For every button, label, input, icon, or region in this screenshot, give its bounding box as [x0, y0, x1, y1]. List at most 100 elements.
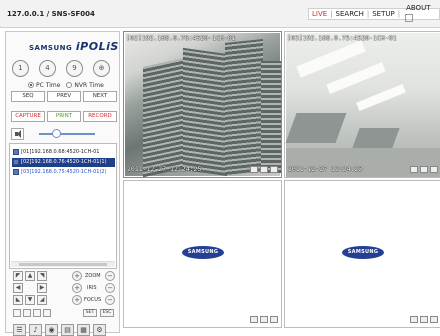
samsung-logo: SAMSUNG [342, 246, 384, 259]
fullscreen-button[interactable]: ⊕ [93, 60, 110, 77]
preset-4-button[interactable] [43, 309, 51, 317]
iris-label: IRIS [87, 285, 97, 291]
tile-close-icon[interactable] [430, 166, 438, 173]
camera-list-label: [01]192.168.0.68:4520-1CH-01 [21, 149, 100, 155]
volume-slider-track[interactable] [39, 133, 95, 135]
camera-osd-label: [02]192.168.0.76:4520-1CH-01 [126, 34, 236, 42]
header-bar: 127.0.0.1 / SNS-SF004 LIVE | SEARCH | SETU… [0, 0, 440, 28]
camera-timestamp: 2011-12-27 12:24:25 [127, 165, 202, 173]
ptz-right-button[interactable]: ▶ [37, 283, 47, 293]
next-button[interactable]: NEXT [83, 91, 117, 102]
action-controls: CAPTURE PRINT RECORD [11, 111, 117, 122]
ptz-down-left-button[interactable]: ◣ [13, 295, 23, 305]
tile-lock-icon[interactable] [250, 316, 258, 323]
ipolis-logo: SAMSUNG iPOLiS [29, 40, 119, 53]
camera-feed-image [125, 33, 281, 177]
prev-button[interactable]: PREV [47, 91, 81, 102]
layout-9-button[interactable]: 9 [66, 60, 83, 77]
zoom-out-button[interactable]: − [105, 271, 115, 281]
samsung-logo: SAMSUNG [182, 246, 224, 259]
nvr-time-label: NVR Time [74, 82, 104, 89]
volume-slider-handle[interactable] [51, 129, 61, 138]
bottom-toolbar: ☰ ♪ ◉ ▤ ▦ ⚙ [13, 324, 106, 336]
music-icon[interactable]: ♪ [29, 324, 42, 336]
nav-about[interactable]: ABOUT [400, 2, 439, 26]
tile-lock-icon[interactable] [410, 316, 418, 323]
logo-brand: SAMSUNG [29, 44, 73, 52]
time-selector: PC Time NVR Time [28, 82, 104, 89]
ptz-up-right-button[interactable]: ◥ [37, 271, 47, 281]
ptz-up-button[interactable]: ▲ [25, 271, 35, 281]
set-button[interactable]: SET [83, 309, 97, 317]
ptz-down-right-button[interactable]: ◢ [37, 295, 47, 305]
tile-lock-icon[interactable] [250, 166, 258, 173]
video-tile-3[interactable]: SAMSUNG [123, 180, 282, 328]
window-icon[interactable]: ▦ [77, 324, 90, 336]
preset-1-button[interactable] [13, 309, 21, 317]
ptz-left-button[interactable]: ◀ [13, 283, 23, 293]
focus-near-button[interactable]: + [72, 295, 82, 305]
logo-product: iPOLiS [75, 40, 119, 53]
tile-zoom-icon[interactable] [260, 166, 268, 173]
video-tile-2[interactable]: [03]192.168.0.75:4520-1CH-01 2011-12-27 … [284, 31, 440, 178]
iris-open-button[interactable]: + [72, 283, 82, 293]
speaker-icon[interactable] [11, 128, 24, 140]
logout-icon[interactable] [405, 14, 414, 22]
capture-button[interactable]: CAPTURE [11, 111, 45, 122]
layout-4-button[interactable]: 4 [39, 60, 56, 77]
focus-far-button[interactable]: − [105, 295, 115, 305]
camera-tool-icon[interactable]: ◉ [45, 324, 58, 336]
tile-zoom-icon[interactable] [260, 316, 268, 323]
layout-1-button[interactable]: 1 [12, 60, 29, 77]
pc-time-label: PC Time [36, 82, 61, 89]
settings-icon[interactable]: ⚙ [93, 324, 106, 336]
nav-setup[interactable]: SETUP [369, 8, 398, 20]
tile-close-icon[interactable] [430, 316, 438, 323]
camera-list-item-01[interactable]: [01]192.168.0.68:4520-1CH-01 [12, 148, 115, 157]
horizontal-scrollbar[interactable] [11, 261, 115, 267]
iris-close-button[interactable]: − [105, 283, 115, 293]
seq-button[interactable]: SEQ [11, 91, 45, 102]
tile-lock-icon[interactable] [410, 166, 418, 173]
camera-osd-label: [03]192.168.0.75:4520-1CH-01 [287, 34, 397, 42]
scrollbar-thumb[interactable] [19, 263, 107, 266]
camera-list-label: [03]192.168.0.75:4520-1CH-01(2) [21, 169, 107, 175]
control-sidebar: SAMSUNG iPOLiS 1 4 9 ⊕ PC Time NVR Time … [5, 31, 120, 336]
top-navigation: LIVE | SEARCH | SETUP | ABOUT [308, 4, 440, 22]
zoom-label: ZOOM [85, 273, 101, 279]
print-button[interactable]: PRINT [47, 111, 81, 122]
ptz-down-button[interactable]: ▼ [25, 295, 35, 305]
tile-close-icon[interactable] [270, 316, 278, 323]
tile-zoom-icon[interactable] [420, 166, 428, 173]
folder-icon[interactable]: ▤ [61, 324, 74, 336]
list-view-icon[interactable]: ☰ [13, 324, 26, 336]
video-tile-4[interactable]: SAMSUNG [284, 180, 440, 328]
focus-label: FOCUS [84, 297, 102, 303]
sequence-controls: SEQ PREV NEXT [11, 91, 117, 102]
window-title: 127.0.0.1 / SNS-SF004 [7, 10, 95, 18]
camera-icon [13, 159, 19, 165]
camera-list-item-02[interactable]: [02]192.168.0.76:4520-1CH-01(1) [12, 158, 115, 167]
ptz-up-left-button[interactable]: ◤ [13, 271, 23, 281]
preset-2-button[interactable] [23, 309, 31, 317]
record-button[interactable]: RECORD [83, 111, 117, 122]
camera-feed-image [285, 33, 440, 177]
video-tile-1[interactable]: [02]192.168.0.76:4520-1CH-01 2011-12-27 … [123, 31, 282, 178]
nvr-time-radio[interactable] [66, 82, 73, 88]
nav-about-label: ABOUT [406, 4, 431, 12]
camera-icon [13, 149, 19, 155]
ptz-panel: ◤ ▲ ◥ ◀ ▶ ◣ ▼ ◢ + ZOOM − + IRIS − + FOCU… [11, 269, 117, 319]
camera-list-item-03[interactable]: [03]192.168.0.75:4520-1CH-01(2) [12, 168, 115, 177]
nav-search[interactable]: SEARCH [333, 8, 367, 20]
pc-time-option[interactable]: PC Time [28, 82, 60, 89]
preset-3-button[interactable] [33, 309, 41, 317]
volume-control [11, 128, 117, 141]
pc-time-radio[interactable] [28, 82, 34, 88]
esc-button[interactable]: ESC [100, 309, 114, 317]
nvr-time-option[interactable]: NVR Time [66, 82, 104, 89]
tile-zoom-icon[interactable] [420, 316, 428, 323]
camera-icon [13, 169, 19, 175]
nav-live[interactable]: LIVE [309, 8, 330, 20]
zoom-in-button[interactable]: + [72, 271, 82, 281]
tile-close-icon[interactable] [270, 166, 278, 173]
